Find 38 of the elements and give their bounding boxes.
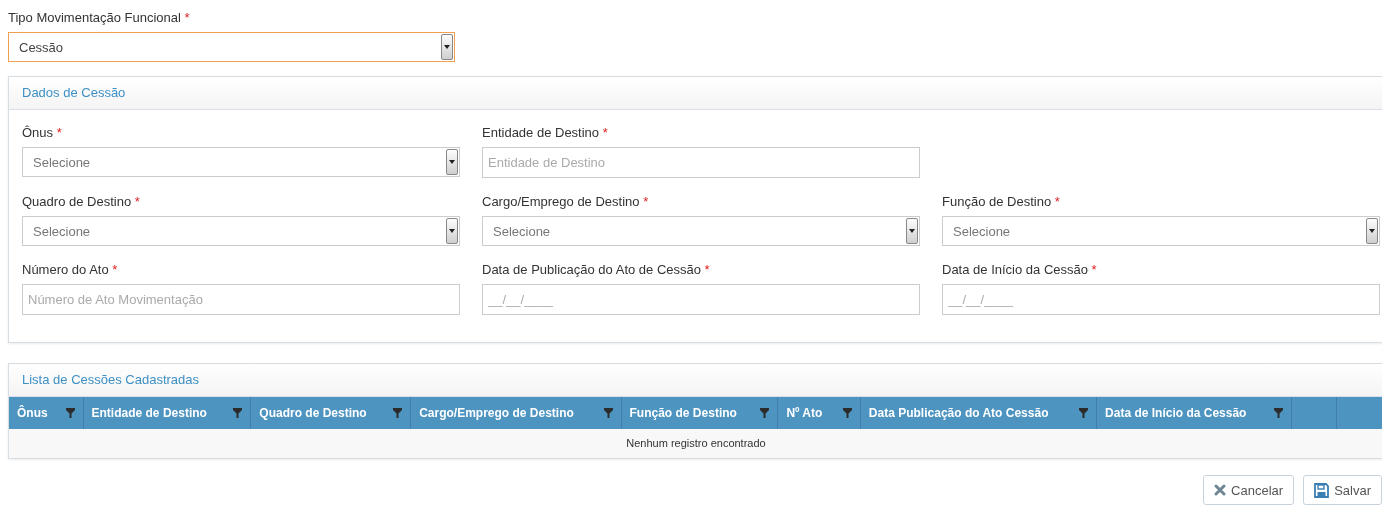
field-label: Número do Ato * [22, 262, 119, 278]
input-field[interactable]: Entidade de Destino [482, 147, 920, 178]
save-icon [1314, 482, 1330, 498]
caret-icon [906, 218, 918, 244]
filter-icon[interactable] [842, 408, 852, 418]
filter-icon[interactable] [233, 408, 243, 418]
date-field[interactable]: __/__/____ [942, 284, 1380, 315]
save-button[interactable]: Salvar [1303, 475, 1382, 505]
field-label: Entidade de Destino * [482, 125, 609, 141]
filter-icon[interactable] [1079, 408, 1089, 418]
filter-icon[interactable] [1273, 408, 1283, 418]
panel-title: Dados de Cessão [9, 77, 1382, 110]
field-label: Cargo/Emprego de Destino * [482, 194, 650, 210]
cancel-button[interactable]: Cancelar [1203, 475, 1295, 505]
movement-type-select[interactable]: Cessão [8, 32, 455, 62]
filter-icon[interactable] [760, 408, 770, 418]
input-field[interactable]: Número de Ato Movimentação [22, 284, 460, 315]
field-label: Tipo Movimentação Funcional * [8, 10, 191, 26]
field-label: Quadro de Destino * [22, 194, 141, 210]
panel-title: Lista de Cessões Cadastradas [9, 364, 1382, 397]
select-field[interactable]: Selecione [22, 147, 460, 177]
select-field[interactable]: Selecione [22, 216, 460, 246]
filter-icon[interactable] [65, 408, 75, 418]
caret-icon [446, 149, 458, 175]
select-field[interactable]: Selecione [482, 216, 920, 246]
field-label: Data de Publicação do Ato de Cessão * [482, 262, 711, 278]
close-icon [1214, 484, 1227, 496]
field-label: Ônus * [22, 125, 63, 141]
field-label: Data de Início da Cessão * [942, 262, 1098, 278]
select-field[interactable]: Selecione [942, 216, 1380, 246]
date-field[interactable]: __/__/____ [482, 284, 920, 315]
caret-icon [446, 218, 458, 244]
filter-icon[interactable] [603, 408, 613, 418]
empty-message: Nenhum registro encontrado [626, 437, 766, 449]
field-label: Função de Destino * [942, 194, 1061, 210]
caret-icon [1366, 218, 1378, 244]
caret-icon [441, 34, 453, 60]
filter-icon[interactable] [393, 408, 403, 418]
